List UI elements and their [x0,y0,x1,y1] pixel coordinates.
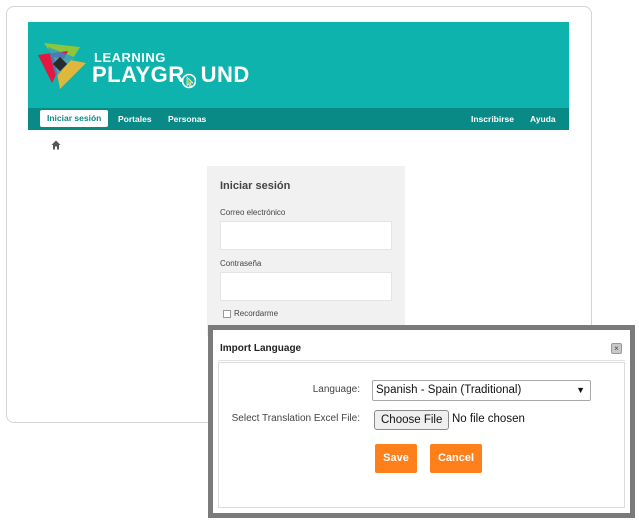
dialog-title: Import Language [220,343,302,354]
remember-label: Recordarme [234,309,279,318]
logo-mark-icon [38,43,86,89]
nav-register[interactable]: Inscribirse [471,108,514,130]
save-button[interactable]: Save [375,444,417,473]
nav-help[interactable]: Ayuda [530,108,556,130]
nav-login[interactable]: Iniciar sesión [40,110,109,127]
language-label: Language: [312,384,360,395]
close-icon[interactable]: × [611,343,622,354]
email-label: Correo electrónico [220,208,286,217]
file-status: No file chosen [452,413,525,425]
language-select[interactable]: Spanish - Spain (Traditional) ▼ [372,380,591,401]
choose-file-button[interactable]: Choose File [374,410,450,430]
password-field[interactable] [220,272,392,301]
import-language-dialog: Import Language × Language: Spanish - Sp… [208,325,635,518]
home-icon[interactable] [51,140,61,150]
email-field[interactable] [220,221,392,250]
nav-portals[interactable]: Portales [118,108,152,130]
logo-text-playground: PLAYGR UND [92,62,250,87]
chevron-down-icon: ▼ [576,385,585,395]
dialog-titlebar: Import Language × [218,335,625,361]
remember-checkbox[interactable] [223,309,231,318]
remember-row: Recordarme [223,309,278,318]
file-label: Select Translation Excel File: [231,413,360,424]
login-title: Iniciar sesión [220,180,291,192]
nav-people[interactable]: Personas [168,108,206,130]
login-panel: Iniciar sesión Correo electrónico Contra… [207,166,405,336]
cursor-arrow-icon [182,73,196,89]
password-label: Contraseña [220,259,262,268]
site-header: LEARNING PLAYGR UND [28,22,569,108]
main-navbar: Iniciar sesión Portales Personas Inscrib… [28,108,569,130]
dialog-body: Language: Spanish - Spain (Traditional) … [218,362,625,508]
cancel-button[interactable]: Cancel [430,444,482,473]
language-select-value: Spanish - Spain (Traditional) [376,384,522,396]
